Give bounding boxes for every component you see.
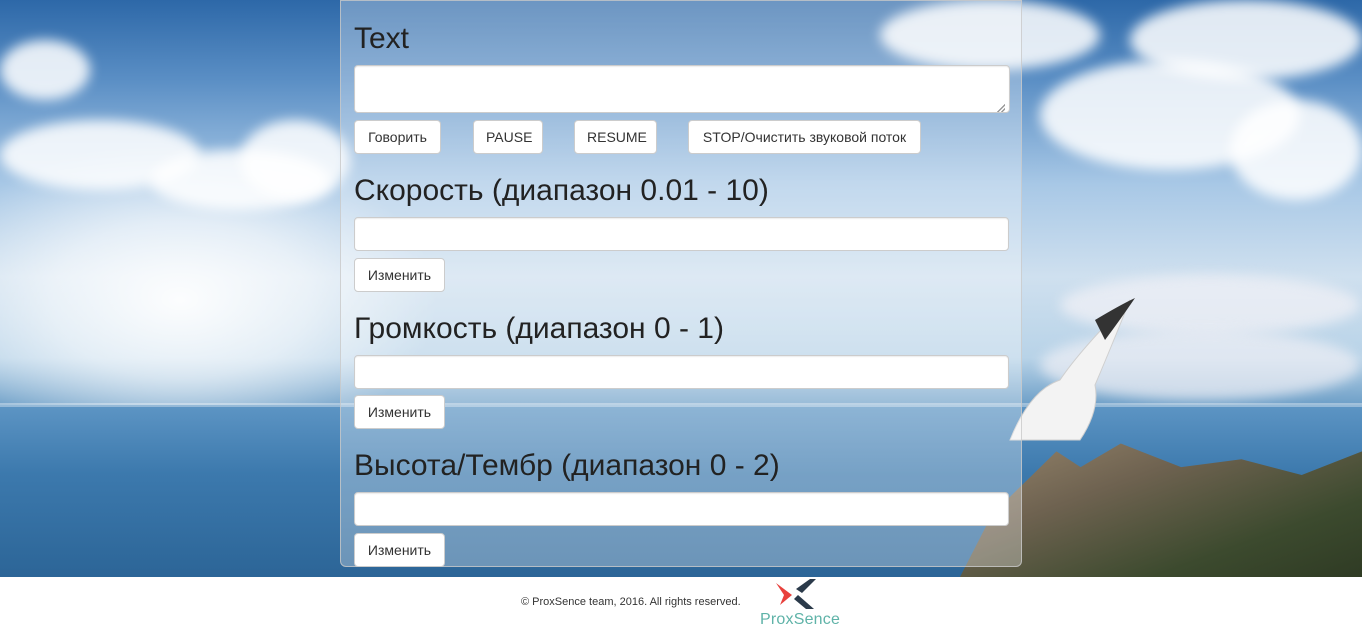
page-footer: © ProxSence team, 2016. All rights reser… [0, 577, 1362, 635]
rate-heading: Скорость (диапазон 0.01 - 10) [354, 174, 769, 207]
logo-wordmark: ProxSence [760, 611, 841, 628]
cloud [240, 120, 350, 200]
copyright-text: © ProxSence team, 2016. All rights reser… [521, 596, 741, 608]
volume-input[interactable] [354, 355, 1009, 389]
cloud [0, 40, 90, 100]
pitch-heading: Высота/Тембр (диапазон 0 - 2) [354, 449, 780, 482]
proxsence-logo: ProxSence [758, 579, 841, 633]
rate-input[interactable] [354, 217, 1009, 251]
logo-mark-icon [776, 579, 816, 609]
text-heading: Text [354, 22, 410, 55]
rate-change-button[interactable]: Изменить [354, 258, 445, 292]
pitch-input[interactable] [354, 492, 1009, 526]
pause-button[interactable]: PAUSE [473, 120, 543, 154]
volume-heading: Громкость (диапазон 0 - 1) [354, 312, 724, 345]
volume-change-button[interactable]: Изменить [354, 395, 445, 429]
speak-button[interactable]: Говорить [354, 120, 441, 154]
stop-clear-button[interactable]: STOP/Очистить звуковой поток [688, 120, 921, 154]
cloud [1230, 100, 1362, 200]
cloud [1130, 0, 1362, 80]
pitch-change-button[interactable]: Изменить [354, 533, 445, 567]
resume-button[interactable]: RESUME [574, 120, 657, 154]
text-textarea[interactable] [354, 65, 1010, 113]
resize-grip-icon[interactable] [997, 104, 1005, 112]
tts-control-panel: Text Говорить PAUSE RESUME STOP/Очистить… [340, 0, 1022, 567]
